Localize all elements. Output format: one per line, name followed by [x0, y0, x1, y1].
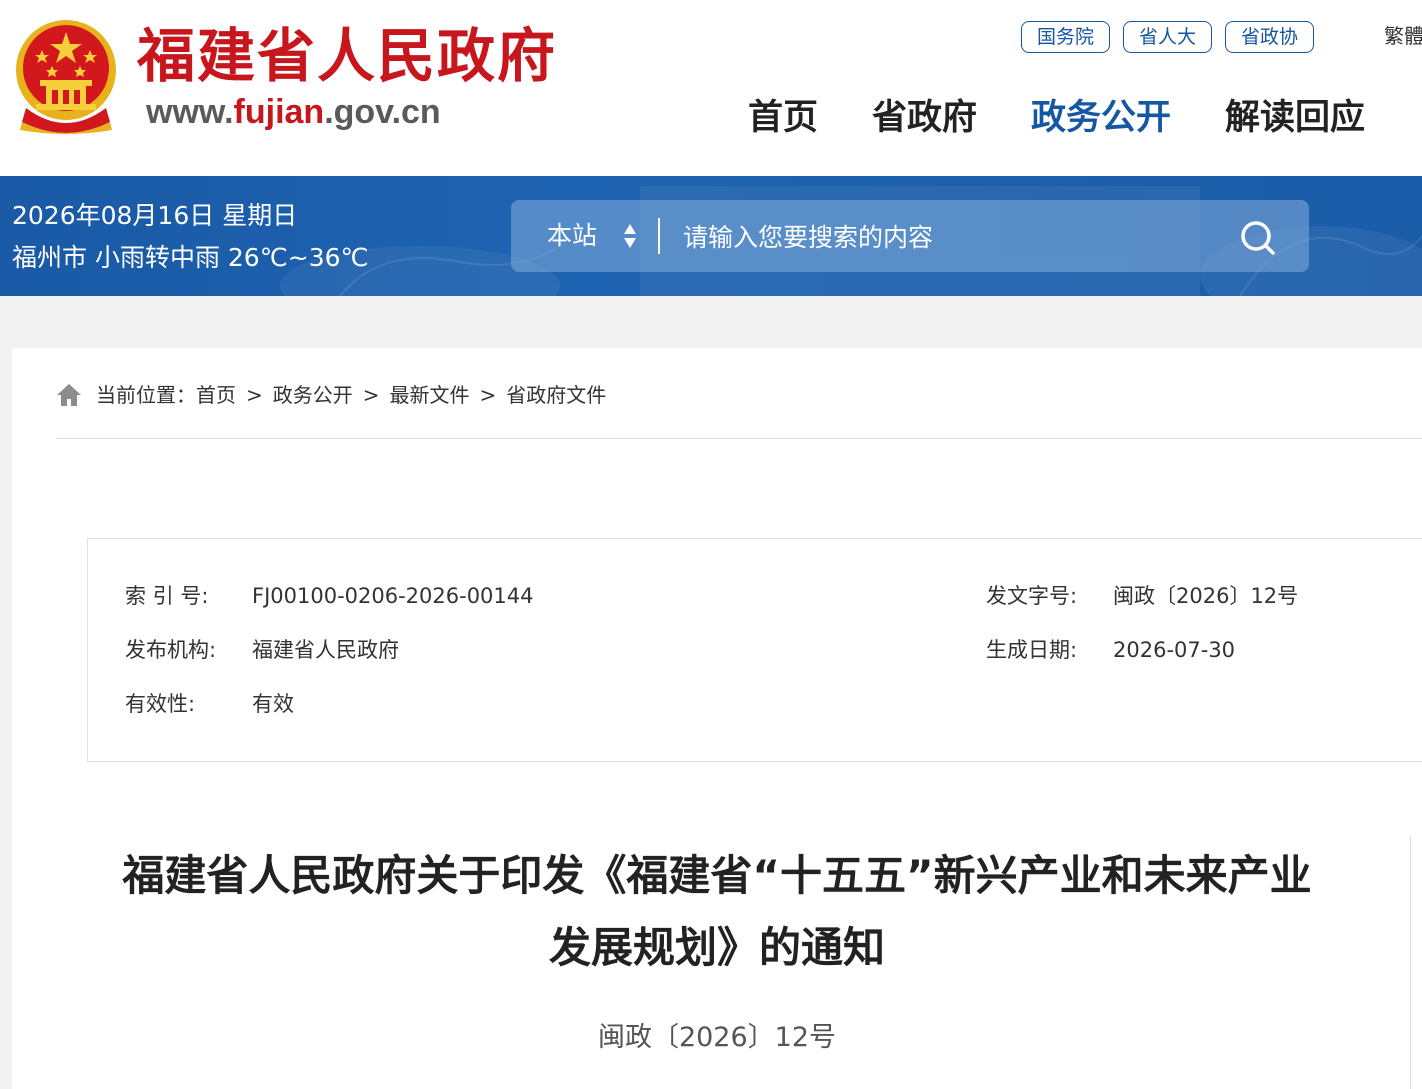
nav-item-provincial-government[interactable]: 省政府 [872, 94, 977, 142]
breadcrumb-prefix: 当前位置： [96, 383, 196, 407]
breadcrumb-item-home[interactable]: 首页 [196, 380, 236, 410]
document-title-line-1: 福建省人民政府关于印发《福建省“十五五”新兴产业和未来产业 [122, 851, 1312, 900]
nav-item-government-affairs[interactable]: 政务公开 [1031, 94, 1171, 142]
index-number-value: FJ00100-0206-2026-00144 [252, 584, 534, 608]
traditional-chinese-toggle[interactable]: 繁體 [1384, 22, 1422, 50]
top-link-provincial-congress[interactable]: 省人大 [1123, 21, 1213, 53]
validity-value: 有效 [252, 692, 294, 716]
top-links: 国务院 省人大 省政协 [1021, 21, 1315, 53]
created-date-value: 2026-07-30 [1113, 638, 1236, 662]
search-box: 本站 [511, 200, 1309, 272]
breadcrumb-divider [56, 438, 1422, 439]
site-header: 福建省人民政府 www.fujian.gov.cn 国务院 省人大 省政协 繁體… [0, 0, 1422, 176]
sort-arrows-icon[interactable] [623, 222, 637, 250]
content-divider [1410, 836, 1411, 1089]
search-scope-select[interactable]: 本站 [547, 220, 597, 252]
breadcrumb-separator: > [362, 383, 380, 407]
home-icon [57, 384, 81, 406]
content-panel: 当前位置： 首页 > 政务公开 > 最新文件 > 省政府文件 索 引 号: FJ… [12, 348, 1422, 1089]
breadcrumb-item-government-affairs[interactable]: 政务公开 [273, 380, 353, 410]
created-date-label: 生成日期: [986, 638, 1078, 662]
national-emblem-icon[interactable] [12, 18, 120, 134]
breadcrumb-separator: > [246, 383, 263, 407]
site-title[interactable]: 福建省人民政府 [137, 20, 557, 92]
document-title: 福建省人民政府关于印发《福建省“十五五”新兴产业和未来产业 发展规划》的通知 [12, 840, 1422, 984]
top-link-state-council[interactable]: 国务院 [1021, 21, 1111, 53]
publisher-value: 福建省人民政府 [252, 638, 399, 662]
main-nav: 首页 省政府 政务公开 解读回应 [748, 94, 1419, 142]
nav-item-home[interactable]: 首页 [748, 94, 818, 142]
top-link-provincial-cppcc[interactable]: 省政协 [1225, 21, 1315, 53]
breadcrumb: 当前位置： 首页 > 政务公开 > 最新文件 > 省政府文件 [56, 380, 606, 410]
nav-item-interpretation[interactable]: 解读回应 [1225, 94, 1365, 142]
publisher-label: 发布机构: [125, 638, 217, 662]
document-number-value: 闽政〔2026〕12号 [1113, 584, 1299, 608]
document-metadata: 索 引 号: FJ00100-0206-2026-00144 发文字号: 闽政〔… [87, 538, 1422, 762]
index-number-label: 索 引 号: [125, 584, 209, 608]
breadcrumb-item-latest-files[interactable]: 最新文件 [390, 380, 470, 410]
search-icon[interactable] [1238, 218, 1278, 258]
search-divider [658, 218, 660, 254]
document-number: 闽政〔2026〕12号 [597, 1022, 837, 1053]
search-input[interactable] [683, 218, 1223, 256]
breadcrumb-item-provincial-files[interactable]: 省政府文件 [506, 380, 606, 410]
weather-info: 福州市 小雨转中雨 26℃~36℃ [12, 243, 369, 272]
validity-label: 有效性: [125, 692, 196, 716]
site-url[interactable]: www.fujian.gov.cn [146, 92, 441, 132]
document-title-line-2: 发展规划》的通知 [548, 923, 885, 972]
search-band: 2026年08月16日 星期日 福州市 小雨转中雨 26℃~36℃ 本站 [0, 176, 1422, 296]
site-url-domain: fujian [233, 93, 325, 131]
breadcrumb-separator: > [479, 383, 497, 407]
site-url-prefix: www. [146, 93, 234, 131]
document-number-label: 发文字号: [986, 584, 1078, 608]
site-url-suffix: .gov.cn [324, 93, 441, 131]
current-date: 2026年08月16日 星期日 [12, 201, 298, 230]
